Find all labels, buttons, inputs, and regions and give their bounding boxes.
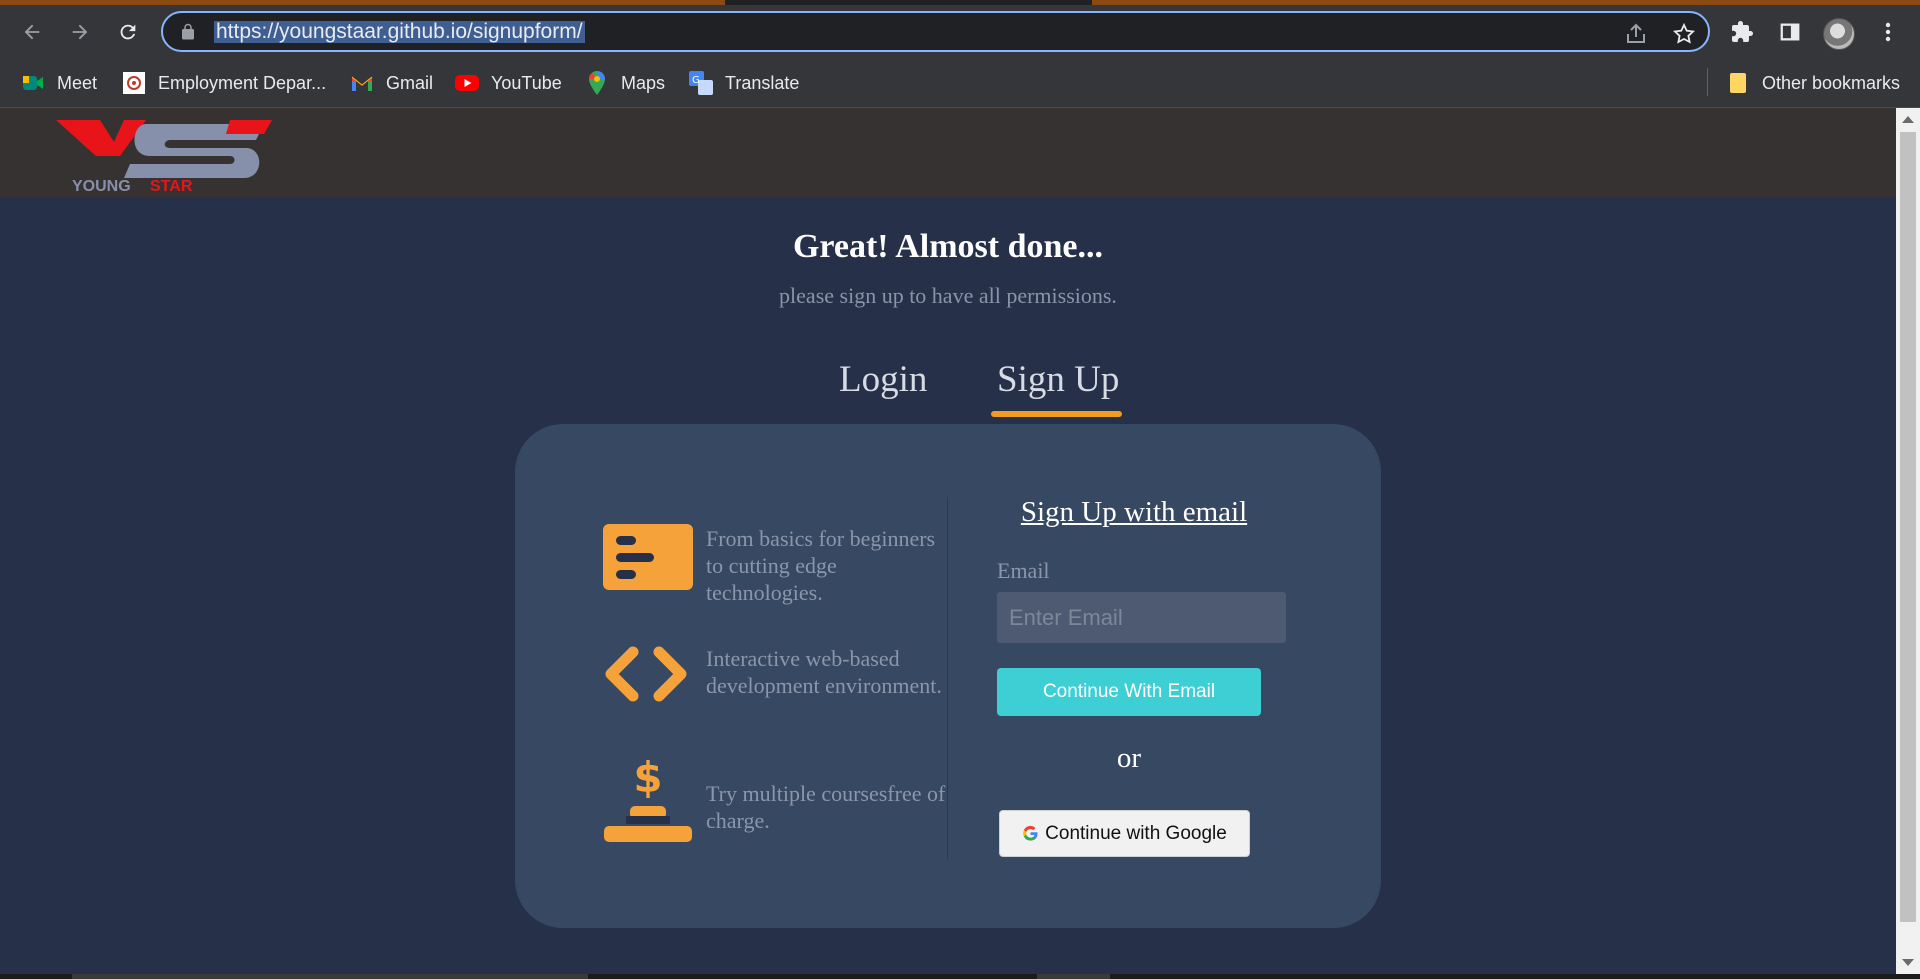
email-label: Email: [997, 558, 1050, 583]
svg-text:$: $: [633, 754, 662, 802]
profile-avatar[interactable]: [1823, 18, 1855, 50]
google-button-label: Continue with Google: [1045, 822, 1227, 844]
bookmark-meet[interactable]: Meet: [21, 70, 97, 96]
logo-text-young: YOUNG: [72, 178, 131, 194]
share-icon[interactable]: [1624, 22, 1648, 46]
feature-text-2: Interactive web-based development enviro…: [706, 646, 942, 698]
more-vert-icon: [1885, 22, 1891, 42]
scroll-up-arrow-icon[interactable]: [1902, 116, 1914, 123]
google-icon: [1023, 825, 1038, 841]
page-scrollbar[interactable]: [1896, 108, 1920, 974]
other-bookmarks-label: Other bookmarks: [1762, 72, 1901, 93]
back-button[interactable]: [15, 15, 49, 49]
tab-signup[interactable]: Sign Up: [997, 358, 1119, 401]
puzzle-icon: [1732, 21, 1753, 42]
bookmark-gmail[interactable]: Gmail: [350, 70, 433, 96]
bookmark-translate[interactable]: G Translate: [689, 70, 799, 96]
forward-button[interactable]: [63, 15, 97, 49]
page-subline: please sign up to have all permissions.: [779, 283, 1117, 308]
side-panel-button[interactable]: [1776, 18, 1804, 46]
extensions-button[interactable]: [1728, 18, 1756, 46]
bottom-strip-segment: [72, 974, 588, 979]
bookmark-label: Translate: [725, 72, 800, 93]
card-icon: [603, 524, 693, 590]
folder-icon: [1726, 71, 1750, 95]
side-panel-icon: [1780, 23, 1800, 41]
svg-text:G: G: [692, 75, 700, 86]
code-icon: [605, 646, 687, 702]
reload-button[interactable]: [111, 15, 145, 49]
translate-icon: G: [689, 71, 713, 95]
gmail-icon: [350, 71, 374, 95]
menu-button[interactable]: [1874, 18, 1902, 46]
maps-icon: [585, 71, 609, 95]
tab-login[interactable]: Login: [839, 358, 927, 401]
page-viewport: YOUNG STAR Great! Almost done... please …: [0, 108, 1896, 974]
bookmark-maps[interactable]: Maps: [585, 70, 665, 96]
employment-icon: [122, 71, 146, 95]
bookmark-youtube[interactable]: YouTube: [455, 70, 562, 96]
continue-with-google-button[interactable]: Continue with Google: [999, 810, 1250, 857]
bookmark-employment[interactable]: Employment Depar...: [122, 70, 326, 96]
logo-text-star: STAR: [150, 178, 193, 194]
bookmark-other[interactable]: Other bookmarks: [1726, 70, 1900, 96]
url-text[interactable]: https://youngstaar.github.io/signupform/: [214, 21, 585, 43]
card-divider: [947, 497, 948, 859]
page-headline: Great! Almost done...: [792, 228, 1104, 265]
bookmark-label: Meet: [57, 72, 98, 93]
meet-icon: [21, 71, 45, 95]
signup-card: From basics for beginners to cutting edg…: [515, 424, 1381, 928]
feature-text-1: From basics for beginners to cutting edg…: [706, 526, 936, 605]
bookmark-label: YouTube: [491, 72, 562, 93]
back-arrow-icon: [24, 24, 40, 40]
continue-with-email-button[interactable]: Continue With Email: [997, 668, 1261, 716]
bookmark-label: Employment Depar...: [158, 72, 327, 93]
bookmarks-separator: [1707, 68, 1708, 96]
youtube-icon: [455, 71, 479, 95]
dollar-icon: $: [604, 754, 692, 842]
reload-icon: [120, 24, 136, 40]
bookmark-label: Gmail: [386, 72, 434, 93]
bookmarks-bar: Meet Employment Depar... Gmail YouTube M…: [0, 58, 1920, 108]
active-tab-indicator: [991, 411, 1122, 417]
site-header: YOUNG STAR: [0, 108, 1896, 198]
bottom-strip: [0, 974, 1920, 979]
scrollbar-thumb[interactable]: [1900, 132, 1916, 922]
lock-icon: [182, 23, 194, 40]
feature-text-3: Try multiple coursesfree of charge.: [706, 781, 946, 833]
browser-toolbar: https://youngstaar.github.io/signupform/: [0, 5, 1920, 58]
address-bar[interactable]: https://youngstaar.github.io/signupform/: [161, 11, 1710, 52]
form-title: Sign Up with email: [1020, 496, 1248, 528]
forward-arrow-icon: [72, 24, 88, 40]
scroll-down-arrow-icon[interactable]: [1902, 959, 1914, 966]
bottom-strip-segment: [1037, 974, 1110, 979]
youngstar-logo[interactable]: YOUNG STAR: [54, 118, 274, 194]
email-field[interactable]: [997, 592, 1286, 643]
or-separator: or: [1116, 742, 1142, 774]
bookmark-label: Maps: [621, 72, 666, 93]
bookmark-star-icon[interactable]: [1672, 22, 1696, 46]
